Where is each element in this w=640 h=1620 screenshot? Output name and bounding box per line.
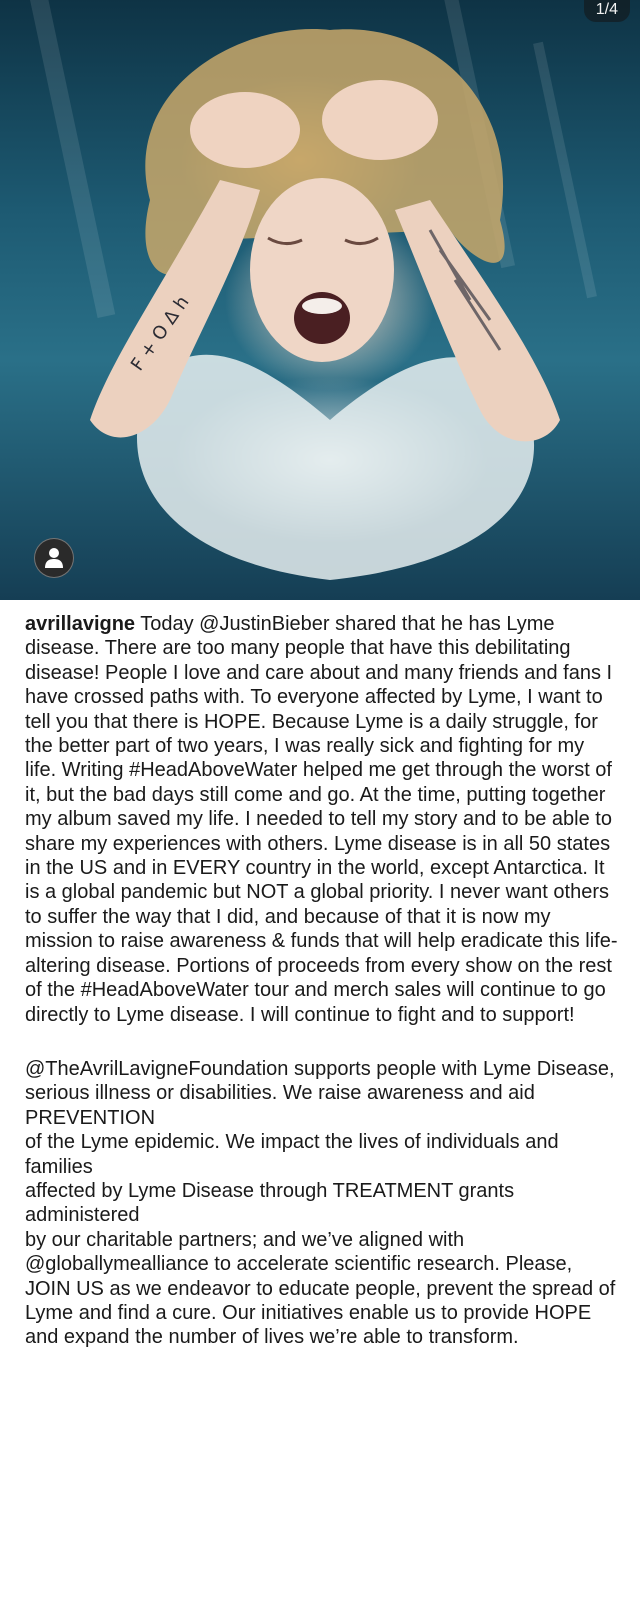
caption-line: by our charitable partners; and we’ve al… bbox=[25, 1228, 616, 1349]
post-caption: avrillavigne Today @JustinBieber shared … bbox=[0, 600, 640, 1350]
post-photo[interactable]: F + O Δ h 1/4 bbox=[0, 0, 640, 600]
caption-line: affected by Lyme Disease through TREATME… bbox=[25, 1179, 515, 1227]
caption-line: of the Lyme epidemic. We impact the live… bbox=[25, 1131, 559, 1178]
caption-foundation-paragraph: @TheAvrilLavigneFoundation supports peop… bbox=[25, 1057, 620, 1350]
caption-paragraph: avrillavigne Today @JustinBieber shared … bbox=[25, 612, 620, 1027]
figure-illustration: F + O Δ h bbox=[90, 29, 560, 580]
user-avatar-icon bbox=[45, 548, 63, 568]
caption-text: Today @JustinBieber shared that he has L… bbox=[25, 613, 618, 1026]
caption-line: @TheAvrilLavigneFoundation supports peop… bbox=[25, 1057, 615, 1129]
username-link[interactable]: avrillavigne bbox=[25, 613, 135, 635]
media-counter: 1/4 bbox=[583, 0, 630, 22]
tagged-user-button[interactable] bbox=[34, 538, 74, 578]
